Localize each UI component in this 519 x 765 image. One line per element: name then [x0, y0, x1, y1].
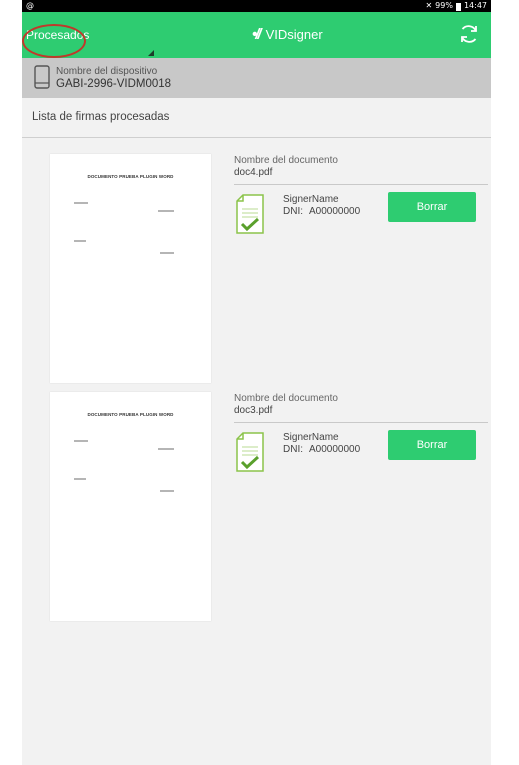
- signed-document-icon: [236, 432, 264, 472]
- thumbnail-text-line: [160, 252, 174, 254]
- delete-button[interactable]: Borrar: [388, 192, 476, 222]
- device-name-label: Nombre del dispositivo: [56, 66, 158, 77]
- signer-dni: DNI: A00000000: [283, 206, 360, 217]
- battery-icon: [455, 3, 461, 11]
- thumbnail-text-line: [74, 478, 86, 480]
- delete-button[interactable]: Borrar: [388, 430, 476, 460]
- signer-dni: DNI: A00000000: [283, 444, 360, 455]
- brand-logo: •// VIDsigner: [252, 26, 323, 43]
- document-card: DOCUMENTO PRUEBA PLUGIN WORD Nombre del …: [22, 152, 491, 384]
- app-screen: @ ✕ 99% 14:47 Procesados •// VIDsigner N…: [22, 0, 491, 765]
- thumbnail-title: DOCUMENTO PRUEBA PLUGIN WORD: [87, 174, 174, 179]
- thumbnail-text-line: [158, 210, 174, 212]
- app-bar: Procesados •// VIDsigner: [22, 12, 491, 58]
- device-bar: Nombre del dispositivo GABI-2996-VIDM001…: [22, 58, 491, 98]
- signer-name: SignerName: [283, 432, 339, 443]
- document-name-label: Nombre del documento: [234, 393, 338, 404]
- notification-icon: @: [26, 1, 34, 10]
- section-title: Lista de firmas procesadas: [32, 111, 170, 123]
- mute-icon: ✕: [425, 1, 433, 10]
- dni-label: DNI:: [283, 206, 303, 217]
- signed-document-icon: [236, 194, 264, 234]
- dropdown-indicator-icon: [148, 50, 154, 56]
- document-name: doc4.pdf: [234, 167, 273, 178]
- dni-label: DNI:: [283, 444, 303, 455]
- document-divider: [234, 184, 488, 185]
- thumbnail-text-line: [160, 490, 174, 492]
- device-name-value: GABI-2996-VIDM0018: [56, 78, 172, 90]
- dni-value: A00000000: [309, 206, 361, 217]
- vidsigner-logo-icon: •//: [252, 26, 261, 43]
- thumbnail-text-line: [74, 202, 88, 204]
- dni-value: A00000000: [309, 444, 361, 455]
- document-thumbnail[interactable]: DOCUMENTO PRUEBA PLUGIN WORD: [50, 392, 211, 621]
- section-divider: [22, 137, 491, 138]
- status-bar: @ ✕ 99% 14:47: [22, 0, 491, 12]
- thumbnail-title: DOCUMENTO PRUEBA PLUGIN WORD: [87, 412, 174, 417]
- document-name-label: Nombre del documento: [234, 155, 338, 166]
- thumbnail-text-line: [74, 240, 86, 242]
- battery-text: 99%: [435, 1, 453, 10]
- thumbnail-text-line: [158, 448, 174, 450]
- signer-name: SignerName: [283, 194, 339, 205]
- document-card: DOCUMENTO PRUEBA PLUGIN WORD Nombre del …: [22, 390, 491, 622]
- processed-menu-button[interactable]: Procesados: [22, 26, 93, 46]
- brand-name: VIDsigner: [265, 27, 323, 42]
- clock: 14:47: [463, 1, 487, 10]
- phone-icon: [34, 65, 50, 89]
- document-thumbnail[interactable]: DOCUMENTO PRUEBA PLUGIN WORD: [50, 154, 211, 383]
- status-right: ✕ 99% 14:47: [425, 0, 487, 12]
- document-divider: [234, 422, 488, 423]
- document-name: doc3.pdf: [234, 405, 273, 416]
- sync-icon[interactable]: [457, 22, 481, 46]
- thumbnail-text-line: [74, 440, 88, 442]
